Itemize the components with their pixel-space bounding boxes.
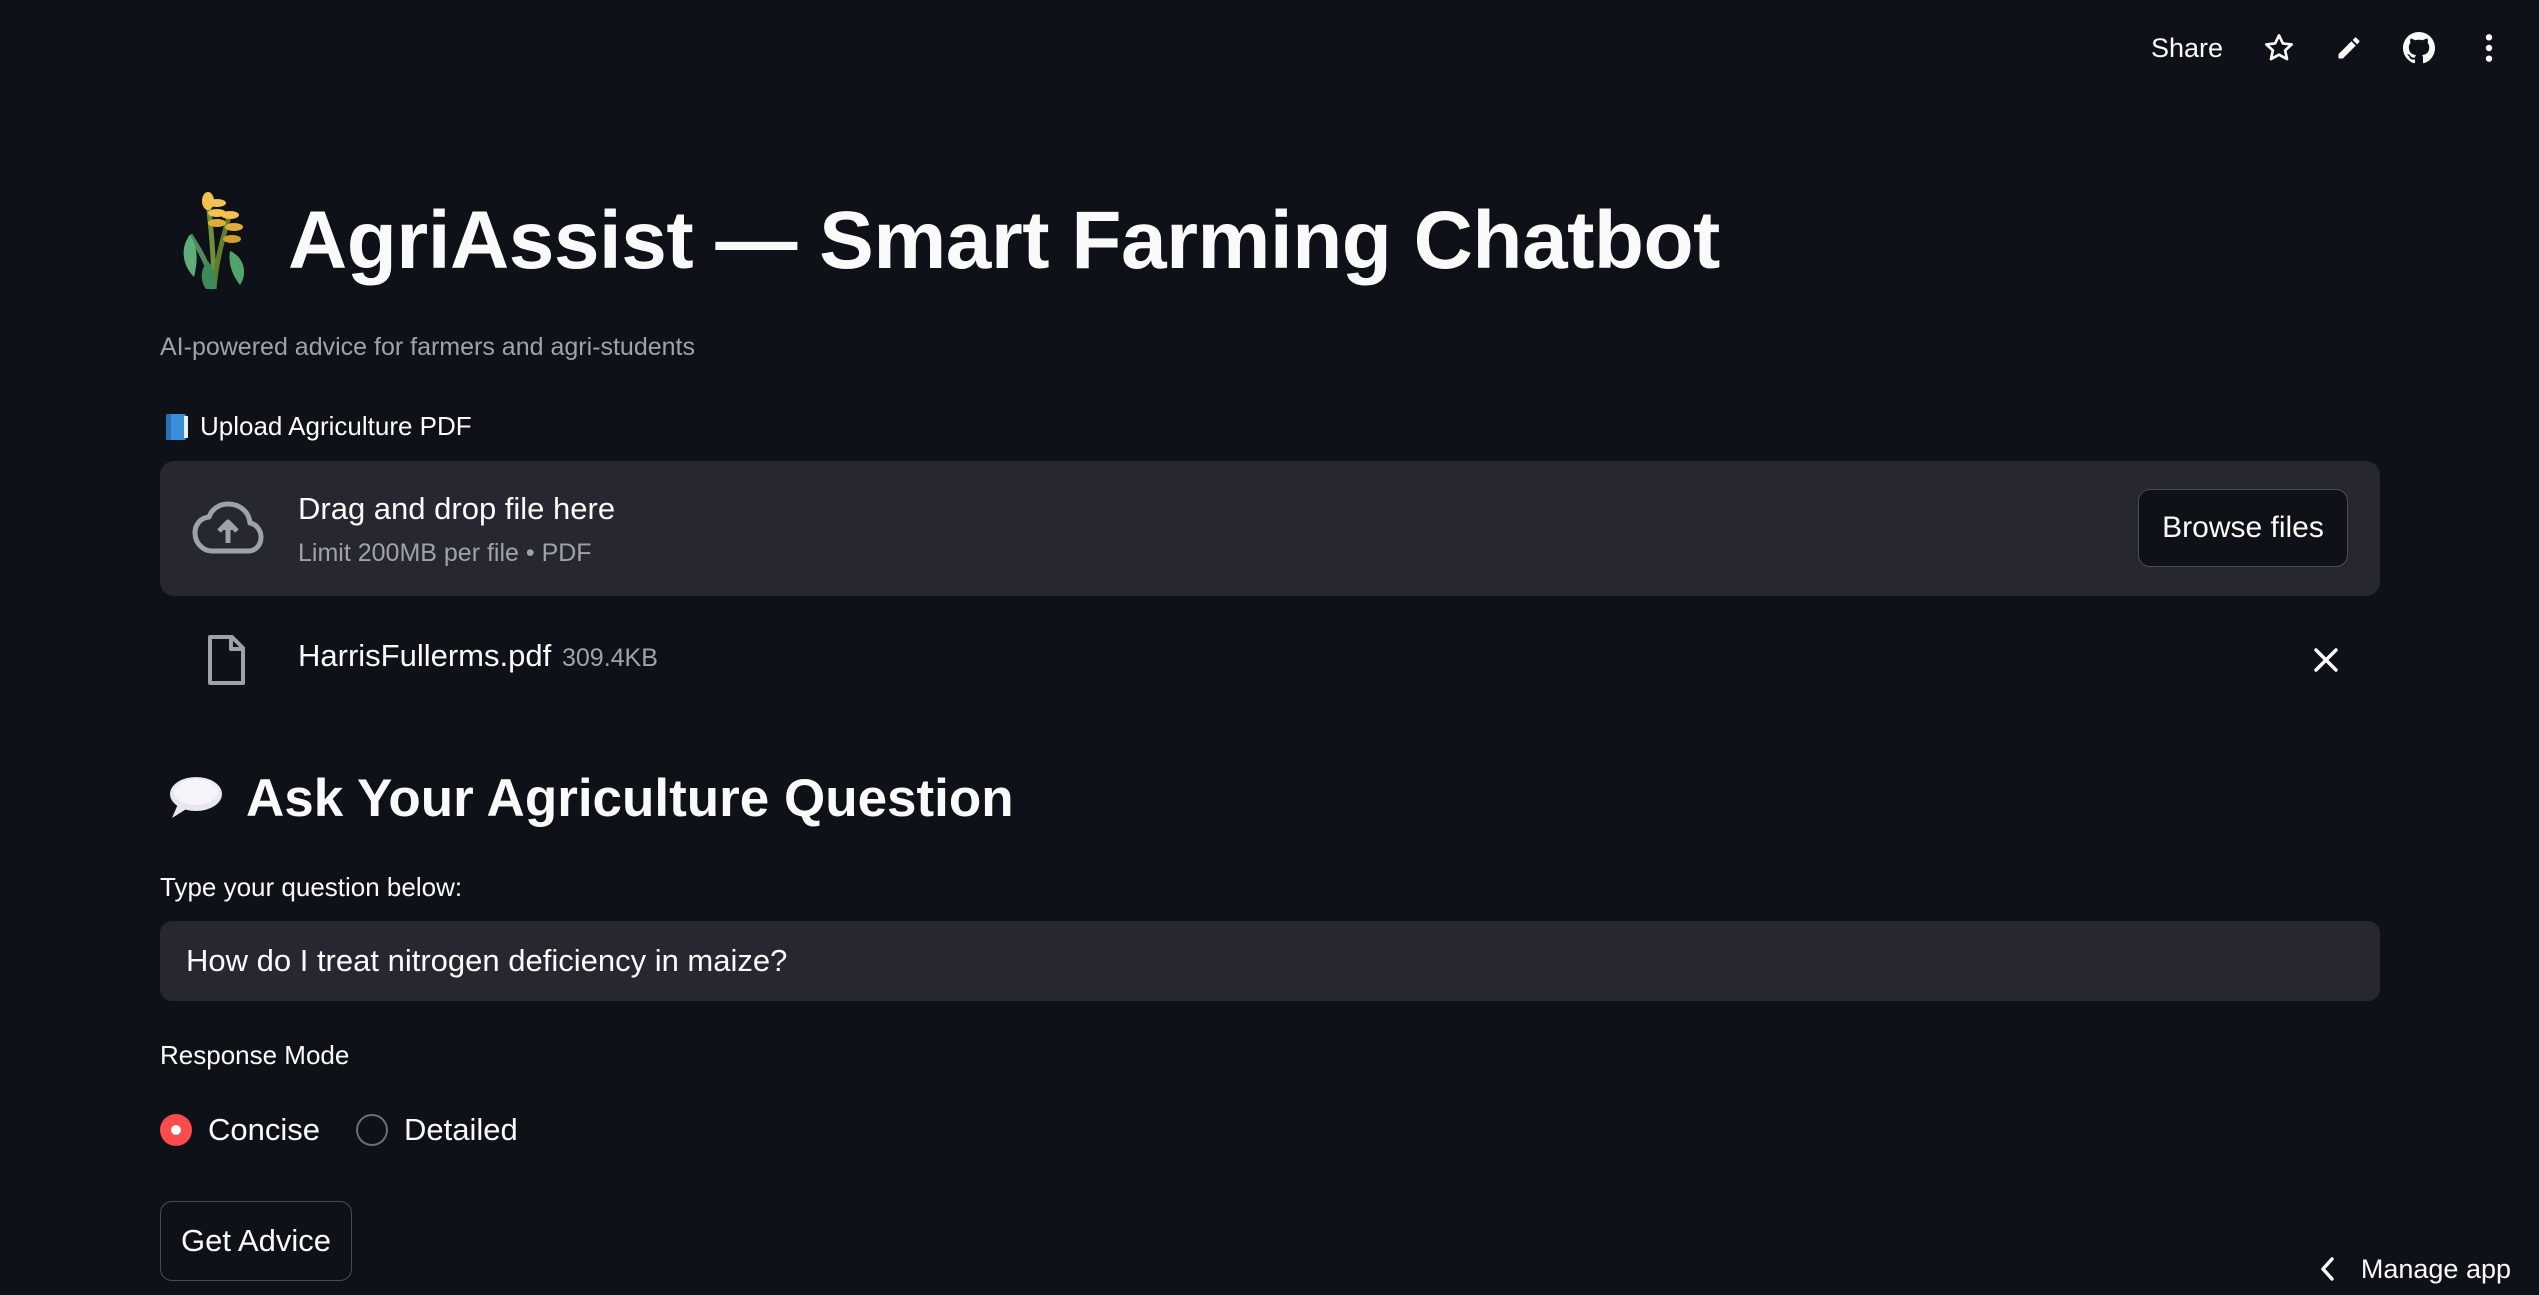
question-section-header: Ask Your Agriculture Question [168,760,1014,836]
uploaded-file-name: HarrisFullerms.pdf [298,638,552,673]
cloud-upload-icon [192,501,264,554]
manage-app-button[interactable]: Manage app [2317,1249,2511,1289]
dropzone-limit-text: Limit 200MB per file • PDF [298,539,592,567]
close-icon[interactable] [2308,642,2344,678]
blue-book-emoji [166,413,188,440]
file-dropzone[interactable]: Drag and drop file here Limit 200MB per … [160,461,2380,596]
upload-label-text: Upload Agriculture PDF [200,411,472,441]
uploaded-file-item: HarrisFullerms.pdf 309.4KB [160,620,2380,700]
radio-option-concise[interactable]: Concise [160,1112,320,1148]
radio-label-concise: Concise [208,1112,320,1147]
browse-files-button[interactable]: Browse files [2138,489,2348,567]
page-title: AgriAssist — Smart Farming Chatbot [288,195,1720,286]
page-header: AgriAssist — Smart Farming Chatbot [174,186,1720,296]
question-input-label: Type your question below: [160,872,463,902]
pencil-icon[interactable] [2329,28,2369,68]
star-icon[interactable] [2259,28,2299,68]
more-vertical-icon[interactable] [2469,28,2509,68]
question-input[interactable] [160,921,2380,1001]
dropzone-instructions: Drag and drop file here [298,491,616,526]
radio-option-detailed[interactable]: Detailed [356,1112,518,1148]
page-subtitle: AI-powered advice for farmers and agri-s… [160,333,695,361]
uploaded-file-size: 309.4KB [562,644,658,672]
response-mode-label: Response Mode [160,1040,350,1070]
speech-balloon-emoji [170,777,222,818]
app-toolbar: Share [2151,20,2509,76]
section-title: Ask Your Agriculture Question [246,768,1014,828]
share-button[interactable]: Share [2151,33,2223,64]
github-icon[interactable] [2399,28,2439,68]
radio-button-unchecked[interactable] [356,1114,388,1146]
response-mode-radio-group: Concise Detailed [160,1110,554,1150]
radio-label-detailed: Detailed [404,1112,518,1147]
file-icon [208,635,245,685]
sheaf-of-rice-emoji [183,192,245,290]
manage-app-label: Manage app [2360,1253,2511,1284]
upload-label: Upload Agriculture PDF [164,411,472,442]
radio-button-checked[interactable] [160,1114,192,1146]
chevron-left-icon [2321,1257,2334,1281]
get-advice-button[interactable]: Get Advice [160,1201,352,1281]
